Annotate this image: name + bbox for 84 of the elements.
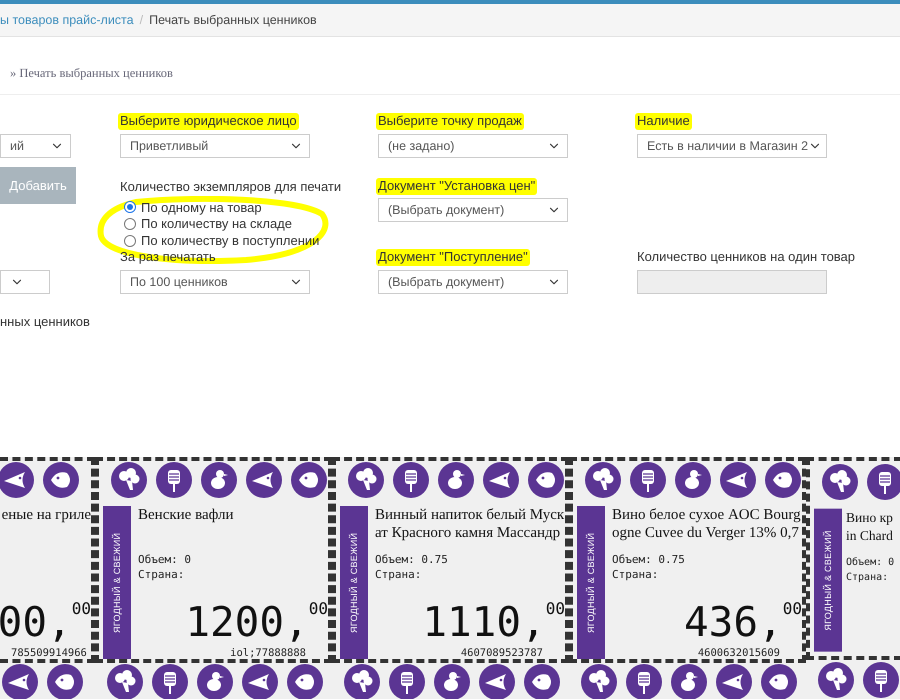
brand-band: ЯГОДНЫЙ & СВЕЖИЙ bbox=[814, 509, 842, 652]
batch-select[interactable]: По 100 ценников bbox=[120, 270, 310, 294]
field-label: Количество ценников на один товар bbox=[636, 249, 856, 264]
field-label: Выберите точку продаж bbox=[376, 113, 524, 128]
bird-icon bbox=[197, 664, 233, 699]
volume-text: Объем: 0 bbox=[138, 552, 191, 567]
fish-icon bbox=[47, 664, 83, 699]
fish-head-icon bbox=[720, 462, 756, 498]
broccoli-icon bbox=[581, 664, 617, 699]
whisk-icon bbox=[393, 462, 429, 498]
broccoli-icon bbox=[818, 662, 854, 698]
type-select[interactable] bbox=[0, 270, 50, 294]
section-caption: нных ценников bbox=[0, 314, 91, 329]
legal-entity-select[interactable]: Приветливый bbox=[120, 134, 310, 158]
broccoli-icon bbox=[822, 464, 858, 500]
bird-icon bbox=[671, 664, 707, 699]
whisk-icon bbox=[389, 664, 425, 699]
broccoli-icon bbox=[111, 462, 147, 498]
fish-icon bbox=[291, 462, 327, 498]
field-label: Количество экземпляров для печати bbox=[119, 179, 342, 194]
price-text: 00,$^{00}$ bbox=[0, 597, 91, 645]
bird-icon bbox=[434, 664, 470, 699]
brand-band: ЯГОДНЫЙ & СВЕЖИЙ bbox=[340, 506, 368, 659]
fish-head-icon bbox=[483, 462, 519, 498]
fish-icon bbox=[528, 462, 564, 498]
broccoli-icon bbox=[107, 664, 143, 699]
product-title: Венские вафли bbox=[138, 506, 234, 525]
broccoli-icon bbox=[344, 664, 380, 699]
fish-head-icon bbox=[0, 462, 34, 498]
brand-band: ЯГОДНЫЙ & СВЕЖИЙ bbox=[577, 506, 605, 659]
whisk-icon bbox=[863, 662, 899, 698]
fish-icon bbox=[765, 462, 801, 498]
price-text: 1200,$^{00}$ bbox=[185, 597, 328, 645]
price-text: 436,$^{00}$ bbox=[684, 597, 802, 645]
bird-icon bbox=[201, 462, 237, 498]
broccoli-icon bbox=[585, 462, 621, 498]
product-title: еные на гриле bbox=[2, 506, 91, 525]
copies-radio[interactable]: По одному на товар bbox=[120, 198, 262, 216]
country-text: Страна: bbox=[612, 567, 658, 582]
fish-icon bbox=[43, 462, 79, 498]
field-label: Выберите юридическое лицо bbox=[118, 113, 299, 128]
field-label: Наличие bbox=[635, 113, 692, 128]
fish-head-icon bbox=[479, 664, 515, 699]
breadcrumb-current: Печать выбранных ценников bbox=[149, 13, 317, 27]
fish-icon bbox=[761, 664, 797, 699]
fish-head-icon bbox=[242, 664, 278, 699]
barcode-number: 4607089523787 bbox=[460, 647, 544, 659]
country-text: Страна: bbox=[138, 567, 184, 582]
fish-icon bbox=[287, 664, 323, 699]
country-text: Страна: bbox=[846, 571, 888, 585]
broccoli-icon bbox=[348, 462, 384, 498]
sale-point-select[interactable]: (не задано) bbox=[378, 134, 568, 158]
fish-icon bbox=[524, 664, 560, 699]
barcode-number: iol;77888888 bbox=[230, 647, 307, 659]
availability-select[interactable]: Есть в наличии в Магазин 2 bbox=[637, 134, 827, 158]
price-document-select[interactable]: (Выбрать документ) bbox=[378, 198, 568, 222]
volume-text: Объем: 0 bbox=[846, 556, 894, 570]
barcode-number: 4600632015609 bbox=[698, 647, 781, 659]
product-title: Вино белое сухое AOC Bourg ogne Cuvee du Verger 13% 0,7 bbox=[612, 506, 801, 543]
country-text: Страна: bbox=[375, 567, 422, 582]
field-label: Документ "Поступление" bbox=[376, 249, 530, 264]
product-title: Вино кр in Chard bbox=[846, 509, 893, 545]
volume-text: Объем: 0.75 bbox=[375, 552, 448, 567]
receipt-document-select[interactable]: (Выбрать документ) bbox=[378, 270, 568, 294]
bird-icon bbox=[675, 462, 711, 498]
copies-radio[interactable]: По количеству на складе bbox=[120, 216, 292, 232]
bird-icon bbox=[438, 462, 474, 498]
volume-text: Объем: 0.75 bbox=[612, 552, 685, 567]
field-label: Документ "Установка цен" bbox=[376, 178, 538, 193]
price-text: 1110,$^{00}$ bbox=[422, 597, 565, 645]
product-title: Винный напиток белый Муск ат Красного камня Массандр bbox=[375, 506, 564, 543]
barcode-number: 785509914966 bbox=[11, 647, 87, 659]
whisk-icon bbox=[152, 664, 188, 699]
fish-head-icon bbox=[716, 664, 752, 699]
whisk-icon bbox=[626, 664, 662, 699]
breadcrumb-separator: / bbox=[140, 13, 144, 27]
whisk-icon bbox=[630, 462, 666, 498]
page-subtitle: » Печать выбранных ценников bbox=[0, 37, 900, 95]
fish-head-icon bbox=[246, 462, 282, 498]
brand-band: ЯГОДНЫЙ & СВЕЖИЙ bbox=[103, 506, 131, 659]
store-select[interactable]: ий bbox=[0, 134, 71, 158]
whisk-icon bbox=[156, 462, 192, 498]
whisk-icon bbox=[867, 464, 900, 500]
fish-head-icon bbox=[2, 664, 38, 699]
